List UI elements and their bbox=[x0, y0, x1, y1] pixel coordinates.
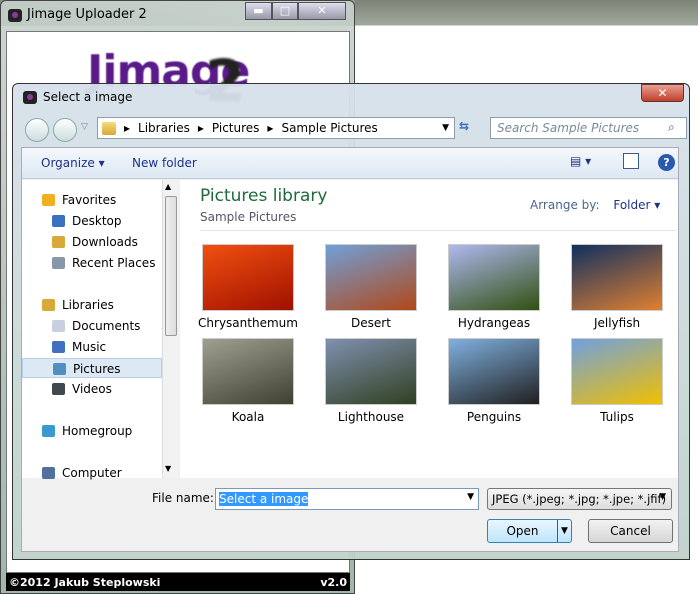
breadcrumb-libraries[interactable]: Libraries bbox=[138, 121, 190, 135]
chevron-down-icon: ▼ bbox=[659, 492, 666, 502]
nav-item-label: Homegroup bbox=[62, 424, 133, 438]
new-folder-button[interactable]: New folder bbox=[132, 156, 197, 170]
documents-icon bbox=[52, 320, 65, 332]
thumbnail-jellyfish[interactable] bbox=[571, 244, 663, 311]
nav-item-label: Favorites bbox=[62, 193, 117, 207]
maximize-button[interactable]: □ bbox=[272, 2, 298, 20]
breadcrumb-sample-pictures[interactable]: Sample Pictures bbox=[281, 121, 377, 135]
dialog-close-button[interactable]: ✕ bbox=[641, 84, 684, 102]
footer: ©2012 Jakub Steplowski v2.0 bbox=[6, 573, 350, 591]
recent-places-icon bbox=[52, 257, 65, 269]
nav-item-label: Music bbox=[72, 340, 107, 354]
cancel-button[interactable]: Cancel bbox=[588, 519, 673, 543]
file-name[interactable]: Desert bbox=[311, 316, 431, 330]
nav-item-downloads[interactable]: Downloads bbox=[22, 232, 162, 252]
version: v2.0 bbox=[320, 576, 347, 589]
open-file-dialog: Select a image ✕ ▽ ▸ Libraries ▸ Pictures … bbox=[12, 83, 690, 560]
search-input[interactable]: Search Sample Pictures bbox=[490, 117, 687, 139]
library-subtitle: Sample Pictures bbox=[200, 210, 297, 224]
view-options-icon[interactable]: ▤ ▾ bbox=[570, 154, 591, 168]
arrange-by: Arrange by: Folder ▾ bbox=[530, 198, 661, 212]
organize-button[interactable]: Organize ▾ bbox=[41, 156, 105, 170]
file-name[interactable]: Tulips bbox=[557, 410, 677, 424]
open-button[interactable]: Open ▼ bbox=[487, 519, 572, 543]
favorites-icon bbox=[42, 194, 55, 206]
nav-item-desktop[interactable]: Desktop bbox=[22, 211, 162, 231]
nav-item-videos[interactable]: Videos bbox=[22, 379, 162, 399]
homegroup-icon bbox=[42, 425, 55, 437]
music-icon bbox=[52, 341, 65, 353]
camera-icon bbox=[8, 9, 22, 22]
forward-button[interactable] bbox=[53, 118, 77, 142]
open-dropdown-icon: ▼ bbox=[557, 520, 571, 542]
nav-item-label: Computer bbox=[62, 466, 122, 480]
file-name[interactable]: Chrysanthemum bbox=[188, 316, 308, 330]
desktop-background-right bbox=[355, 0, 698, 90]
nav-item-favorites[interactable]: Favorites bbox=[22, 190, 162, 210]
arrange-by-dropdown[interactable]: Folder ▾ bbox=[613, 198, 660, 212]
main-window-title: Jimage Uploader 2 bbox=[27, 7, 147, 22]
file-name[interactable]: Koala bbox=[188, 410, 308, 424]
file-name-input[interactable]: Select a image ▼ bbox=[215, 488, 479, 510]
camera-icon bbox=[23, 91, 37, 104]
file-name[interactable]: Lighthouse bbox=[311, 410, 431, 424]
help-icon[interactable]: ? bbox=[658, 154, 675, 171]
nav-item-label: Libraries bbox=[62, 298, 114, 312]
file-name-label: File name: bbox=[152, 491, 214, 505]
copyright: ©2012 Jakub Steplowski bbox=[9, 576, 161, 589]
nav-item-label: Pictures bbox=[73, 362, 121, 376]
file-name-dropdown-icon: ▼ bbox=[467, 492, 474, 502]
refresh-icon[interactable]: ⇆ bbox=[459, 119, 469, 133]
nav-item-label: Documents bbox=[72, 319, 141, 333]
computer-icon bbox=[42, 467, 55, 479]
file-name[interactable]: Hydrangeas bbox=[434, 316, 554, 330]
preview-pane-icon[interactable] bbox=[623, 153, 639, 169]
search-icon: ⌕ bbox=[668, 120, 675, 134]
minimize-button[interactable]: ▬ bbox=[245, 2, 272, 20]
back-button[interactable] bbox=[25, 118, 49, 142]
breadcrumb-pictures[interactable]: Pictures bbox=[212, 121, 260, 135]
address-dropdown-icon[interactable]: ▼ bbox=[442, 123, 449, 133]
nav-item-pictures[interactable]: Pictures bbox=[22, 358, 162, 378]
thumbnail-desert[interactable] bbox=[325, 244, 417, 311]
nav-item-label: Downloads bbox=[72, 235, 138, 249]
address-bar[interactable]: ▸ Libraries ▸ Pictures ▸ Sample Pictures ▼ bbox=[97, 117, 455, 139]
nav-item-music[interactable]: Music bbox=[22, 337, 162, 357]
nav-scrollbar[interactable]: ▲ ▼ bbox=[162, 180, 179, 478]
desktop-icon bbox=[52, 215, 65, 227]
videos-icon bbox=[52, 383, 65, 395]
thumbnail-tulips[interactable] bbox=[571, 338, 663, 405]
file-list: Pictures library Sample Pictures Arrange… bbox=[180, 180, 678, 478]
pictures-icon bbox=[53, 363, 66, 375]
nav-item-libraries[interactable]: Libraries bbox=[22, 295, 162, 315]
thumbnail-penguins[interactable] bbox=[448, 338, 540, 405]
nav-item-recent-places[interactable]: Recent Places bbox=[22, 253, 162, 273]
thumbnail-koala[interactable] bbox=[202, 338, 294, 405]
dialog-title: Select a image bbox=[43, 90, 133, 104]
nav-item-label: Videos bbox=[72, 382, 112, 396]
thumbnail-chrysanthemum[interactable] bbox=[202, 244, 294, 311]
nav-item-label: Desktop bbox=[72, 214, 122, 228]
thumbnail-lighthouse[interactable] bbox=[325, 338, 417, 405]
recent-dropdown-icon[interactable]: ▽ bbox=[81, 122, 88, 132]
thumbnail-hydrangeas[interactable] bbox=[448, 244, 540, 311]
close-button[interactable]: ✕ bbox=[298, 2, 346, 20]
library-title: Pictures library bbox=[200, 186, 328, 206]
file-name[interactable]: Penguins bbox=[434, 410, 554, 424]
toolbar: Organize ▾ New folder ▤ ▾ ? bbox=[22, 148, 678, 179]
downloads-icon bbox=[52, 236, 65, 248]
file-name[interactable]: Jellyfish bbox=[557, 316, 677, 330]
file-type-select[interactable]: JPEG (*.jpeg; *.jpg; *.jpe; *.jfif) ▼ bbox=[487, 488, 672, 510]
nav-item-label: Recent Places bbox=[72, 256, 156, 270]
folder-icon bbox=[102, 121, 116, 135]
nav-item-documents[interactable]: Documents bbox=[22, 316, 162, 336]
nav-item-homegroup[interactable]: Homegroup bbox=[22, 421, 162, 441]
libraries-icon bbox=[42, 299, 55, 311]
file-controls: File name: Select a image ▼ JPEG (*.jpeg;… bbox=[22, 479, 678, 552]
navigation-pane: Computer Homegroup Videos Pictures Music Docu… bbox=[22, 180, 179, 480]
